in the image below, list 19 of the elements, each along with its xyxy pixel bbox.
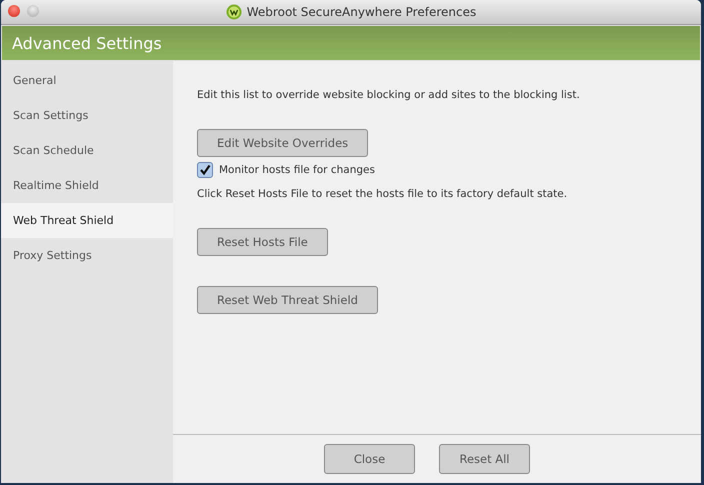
window-title: Webroot SecureAnywhere Preferences: [246, 5, 476, 19]
sidebar-item[interactable]: Scan Settings: [1, 98, 173, 133]
sidebar-item[interactable]: Web Threat Shield: [1, 203, 173, 238]
footer-button[interactable]: Reset All: [439, 444, 530, 474]
close-button[interactable]: [8, 5, 20, 17]
action-button[interactable]: Reset Web Threat Shield: [197, 286, 378, 314]
action-button[interactable]: Edit Website Overrides: [197, 129, 368, 157]
sidebar-item[interactable]: General: [1, 63, 173, 98]
description-text: Click Reset Hosts File to reset the hosts file to its factory default state.: [197, 188, 568, 200]
description-text: Edit this list to override website blocking or add sites to the blocking list.: [197, 89, 580, 101]
logo-icon: [226, 4, 242, 20]
checkbox-label: Monitor hosts file for changes: [219, 164, 375, 176]
checkbox[interactable]: [197, 162, 213, 178]
header-title: Advanced Settings: [12, 34, 162, 52]
sidebar-item[interactable]: Proxy Settings: [1, 238, 173, 273]
sidebar-item[interactable]: Scan Schedule: [1, 133, 173, 168]
sidebar-item[interactable]: Realtime Shield: [1, 168, 173, 203]
action-button[interactable]: Reset Hosts File: [197, 228, 328, 256]
footer-button[interactable]: Close: [324, 444, 415, 474]
